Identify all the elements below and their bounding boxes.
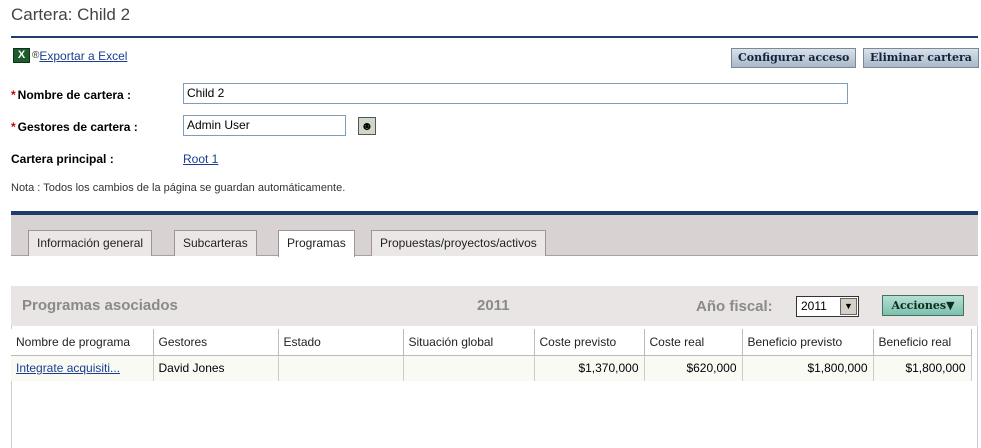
- export-excel-row: X ® Exportar a Excel: [13, 48, 127, 63]
- overall-status-cell: [403, 355, 535, 381]
- portfolio-name-label: * Nombre de cartera :: [11, 88, 131, 102]
- fiscal-year-select[interactable]: 2011 ▼: [796, 296, 859, 317]
- program-name-cell: Integrate acquisiti...: [11, 355, 154, 381]
- column-header[interactable]: Beneficio real: [873, 329, 972, 356]
- column-header[interactable]: Nombre de programa: [11, 329, 154, 356]
- planned-cost-cell: $1,370,000: [533, 355, 645, 381]
- autosave-note: Nota : Todos los cambios de la página se…: [11, 182, 346, 194]
- tab-bar: Información general Subcarteras Programa…: [11, 215, 978, 257]
- actual-benefit-cell: $1,800,000: [872, 355, 972, 381]
- tab-programs[interactable]: Programas: [278, 230, 355, 257]
- portfolio-managers-input[interactable]: Admin User: [183, 115, 346, 136]
- column-header[interactable]: Beneficio previsto: [742, 329, 874, 356]
- parent-portfolio-link[interactable]: Root 1: [183, 152, 218, 166]
- column-header[interactable]: Coste real: [644, 329, 743, 356]
- programs-table: Nombre de programa Gestores Estado Situa…: [11, 329, 972, 381]
- registered-mark: ®: [32, 50, 40, 61]
- managers-cell: David Jones: [153, 355, 279, 381]
- user-picker-icon[interactable]: ☻: [358, 117, 376, 135]
- portfolio-managers-label: * Gestores de cartera :: [11, 120, 138, 134]
- table-row[interactable]: Integrate acquisiti... David Jones $1,37…: [11, 355, 972, 381]
- actual-cost-cell: $620,000: [643, 355, 743, 381]
- column-header[interactable]: Situación global: [403, 329, 535, 356]
- portfolio-name-input[interactable]: Child 2: [183, 83, 848, 104]
- page-title: Cartera: Child 2: [11, 5, 131, 24]
- required-mark: *: [11, 120, 16, 134]
- export-excel-link[interactable]: Exportar a Excel: [39, 49, 127, 63]
- excel-icon[interactable]: X: [13, 48, 30, 63]
- portfolio-managers-label-text: Gestores de cartera :: [17, 120, 138, 134]
- parent-portfolio-label: Cartera principal :: [11, 152, 114, 166]
- tab-subportfolios[interactable]: Subcarteras: [174, 230, 257, 256]
- title-divider: [11, 36, 978, 38]
- fiscal-year-value: 2011: [801, 299, 827, 313]
- actions-button[interactable]: Acciones▼: [882, 295, 964, 316]
- column-header[interactable]: Gestores: [153, 329, 279, 356]
- tab-general-info[interactable]: Información general: [28, 230, 153, 256]
- chevron-down-icon[interactable]: ▼: [840, 298, 857, 315]
- required-mark: *: [11, 88, 16, 102]
- planned-benefit-cell: $1,800,000: [741, 355, 874, 381]
- column-header[interactable]: Estado: [278, 329, 404, 356]
- programs-year: 2011: [477, 297, 510, 314]
- delete-portfolio-button[interactable]: Eliminar cartera: [863, 48, 979, 68]
- programs-header: Programas asociados 2011 Año fiscal: 201…: [11, 286, 978, 326]
- status-cell: [278, 355, 404, 381]
- portfolio-name-label-text: Nombre de cartera :: [17, 88, 132, 102]
- column-header[interactable]: Coste previsto: [534, 329, 645, 356]
- tab-proposals-projects-assets[interactable]: Propuestas/proyectos/activos: [371, 230, 546, 256]
- program-name-link[interactable]: Integrate acquisiti...: [16, 361, 120, 375]
- programs-section-title: Programas asociados: [22, 297, 178, 314]
- configure-access-button[interactable]: Configurar acceso: [731, 48, 857, 68]
- table-header-row: Nombre de programa Gestores Estado Situa…: [11, 329, 972, 356]
- fiscal-year-label: Año fiscal:: [696, 298, 773, 315]
